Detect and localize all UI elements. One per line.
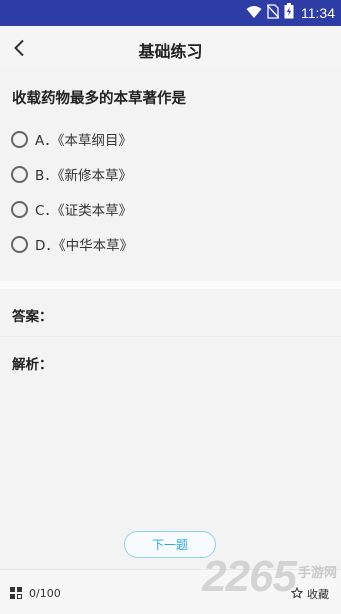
option-label: B．《新修本草》 bbox=[35, 168, 133, 184]
favorite-label: 收藏 bbox=[307, 587, 329, 601]
answer-label: 答案： bbox=[12, 309, 53, 325]
radio-icon bbox=[11, 130, 28, 148]
radio-icon bbox=[11, 165, 28, 183]
page-title: 基础练习 bbox=[138, 42, 203, 61]
status-icons: 11:34 bbox=[246, 3, 335, 23]
favorite-button[interactable]: 收藏 bbox=[290, 584, 329, 603]
section-divider bbox=[0, 281, 341, 289]
question-card: 收载药物最多的本草著作是 A．《本草纲目》 B．《新修本草》 C．《证类本草》 … bbox=[0, 72, 341, 281]
option-label: C．《证类本草》 bbox=[35, 203, 133, 219]
next-question-button[interactable]: 下一题 bbox=[124, 531, 216, 558]
bottom-bar: 0/100 收藏 bbox=[0, 569, 341, 614]
option-a[interactable]: A．《本草纲目》 bbox=[11, 127, 132, 151]
divider bbox=[0, 336, 341, 337]
option-c[interactable]: C．《证类本草》 bbox=[11, 197, 132, 221]
battery-charging-icon bbox=[284, 3, 294, 23]
progress-count: 0/100 bbox=[29, 587, 61, 600]
option-label: D．《中华本草》 bbox=[35, 238, 134, 254]
answer-sheet-button[interactable]: 0/100 bbox=[10, 584, 61, 603]
status-bar: 11:34 bbox=[0, 0, 341, 26]
question-text: 收载药物最多的本草著作是 bbox=[12, 91, 186, 107]
no-sim-icon bbox=[266, 3, 280, 23]
option-d[interactable]: D．《中华本草》 bbox=[11, 232, 133, 256]
option-b[interactable]: B．《新修本草》 bbox=[11, 162, 132, 186]
wifi-icon bbox=[246, 4, 262, 23]
option-label: A．《本草纲目》 bbox=[35, 133, 132, 149]
status-time: 11:34 bbox=[301, 5, 335, 21]
star-icon bbox=[290, 584, 304, 603]
analysis-label: 解析： bbox=[12, 357, 53, 373]
radio-icon bbox=[11, 235, 28, 253]
grid-icon bbox=[10, 584, 22, 603]
app-bar: 基础练习 bbox=[0, 26, 341, 70]
radio-icon bbox=[11, 200, 28, 218]
